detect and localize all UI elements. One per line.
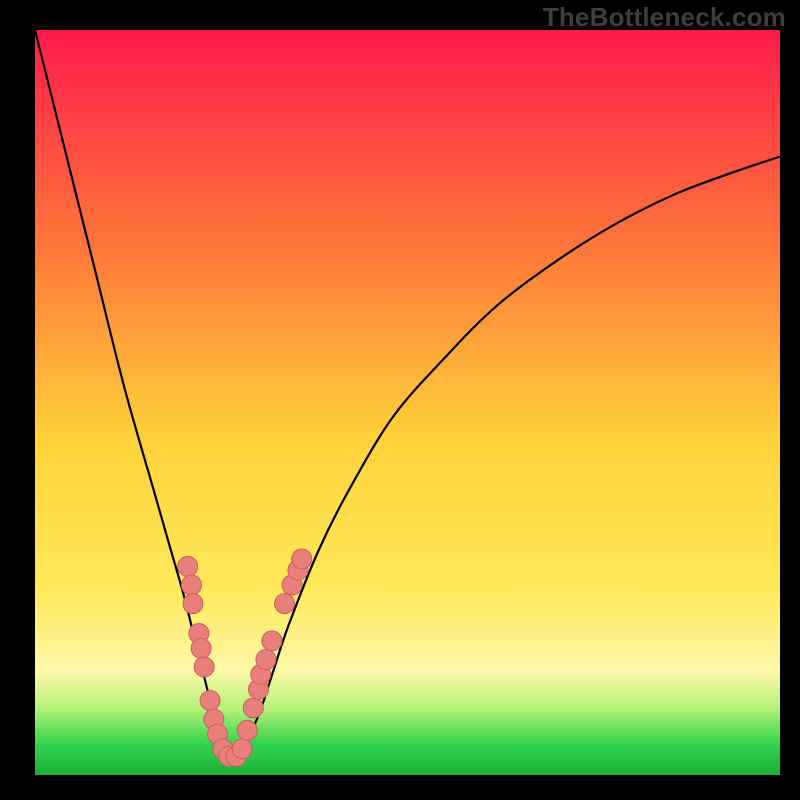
data-point	[191, 638, 211, 658]
watermark-text: TheBottleneck.com	[543, 2, 786, 33]
data-point	[237, 720, 257, 740]
data-point	[181, 575, 201, 595]
gradient-background	[35, 30, 780, 775]
data-point	[292, 549, 312, 569]
data-point	[200, 691, 220, 711]
chart-svg	[35, 30, 780, 775]
chart-frame: TheBottleneck.com	[0, 0, 800, 800]
data-point	[243, 698, 263, 718]
data-point	[194, 657, 214, 677]
data-point	[256, 650, 276, 670]
data-point	[183, 594, 203, 614]
data-point	[232, 739, 252, 759]
data-point	[262, 631, 282, 651]
data-point	[275, 594, 295, 614]
data-point	[178, 556, 198, 576]
plot-area	[35, 30, 780, 775]
